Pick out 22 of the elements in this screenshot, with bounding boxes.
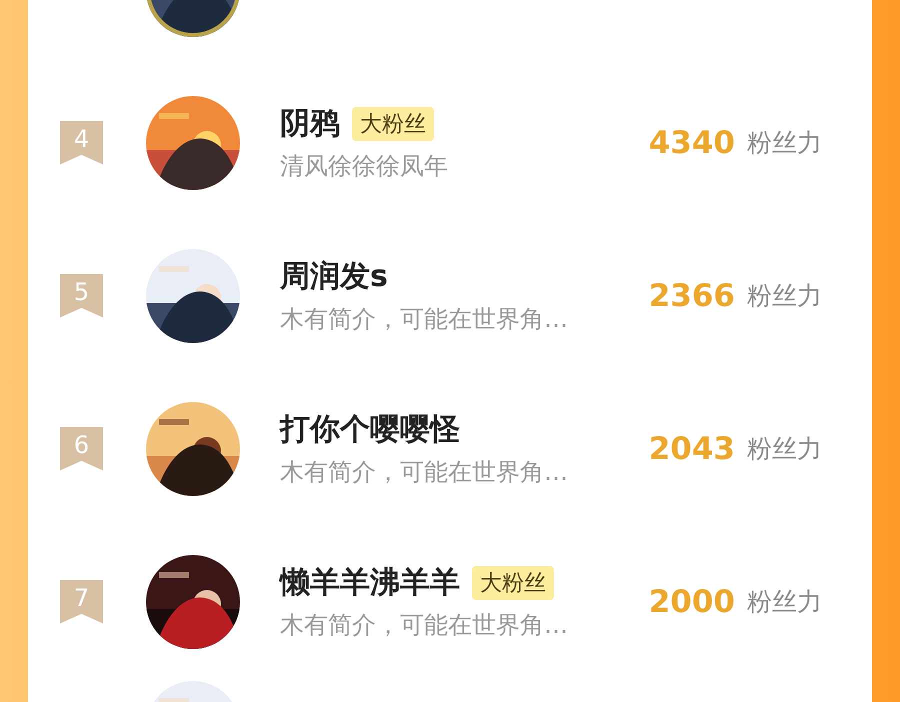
rank-badge: 7 [60, 580, 103, 624]
user-bio: 木有简介，可能在世界角… [280, 304, 569, 335]
rank-badge: 5 [60, 274, 103, 318]
user-name: 懒羊羊沸羊羊 [280, 564, 460, 602]
score-unit: 粉丝力 [747, 586, 822, 618]
user-bio: 木有简介，可能在世界角… [280, 457, 569, 488]
fan-badge: 大粉丝 [352, 106, 434, 140]
fan-score: 2043 [648, 430, 735, 466]
user-name: 阴鸦 [280, 105, 340, 143]
user-bio: 木有简介，可能在世界角… [280, 610, 569, 641]
rank-badge: 4 [60, 120, 103, 164]
user-bio: 清风徐徐徐凤年 [280, 151, 449, 182]
fan-score: 2366 [648, 278, 735, 314]
fan-score: 4340 [648, 124, 735, 160]
user-name: 周润发s [280, 258, 388, 296]
rank-badge: 6 [60, 426, 103, 470]
score-unit: 粉丝力 [747, 433, 822, 465]
fan-score: 2000 [648, 584, 735, 620]
fan-badge: 大粉丝 [472, 566, 554, 600]
score-unit: 粉丝力 [747, 127, 822, 159]
score-unit: 粉丝力 [747, 280, 822, 312]
user-name: 打你个嘤嘤怪 [280, 411, 460, 449]
